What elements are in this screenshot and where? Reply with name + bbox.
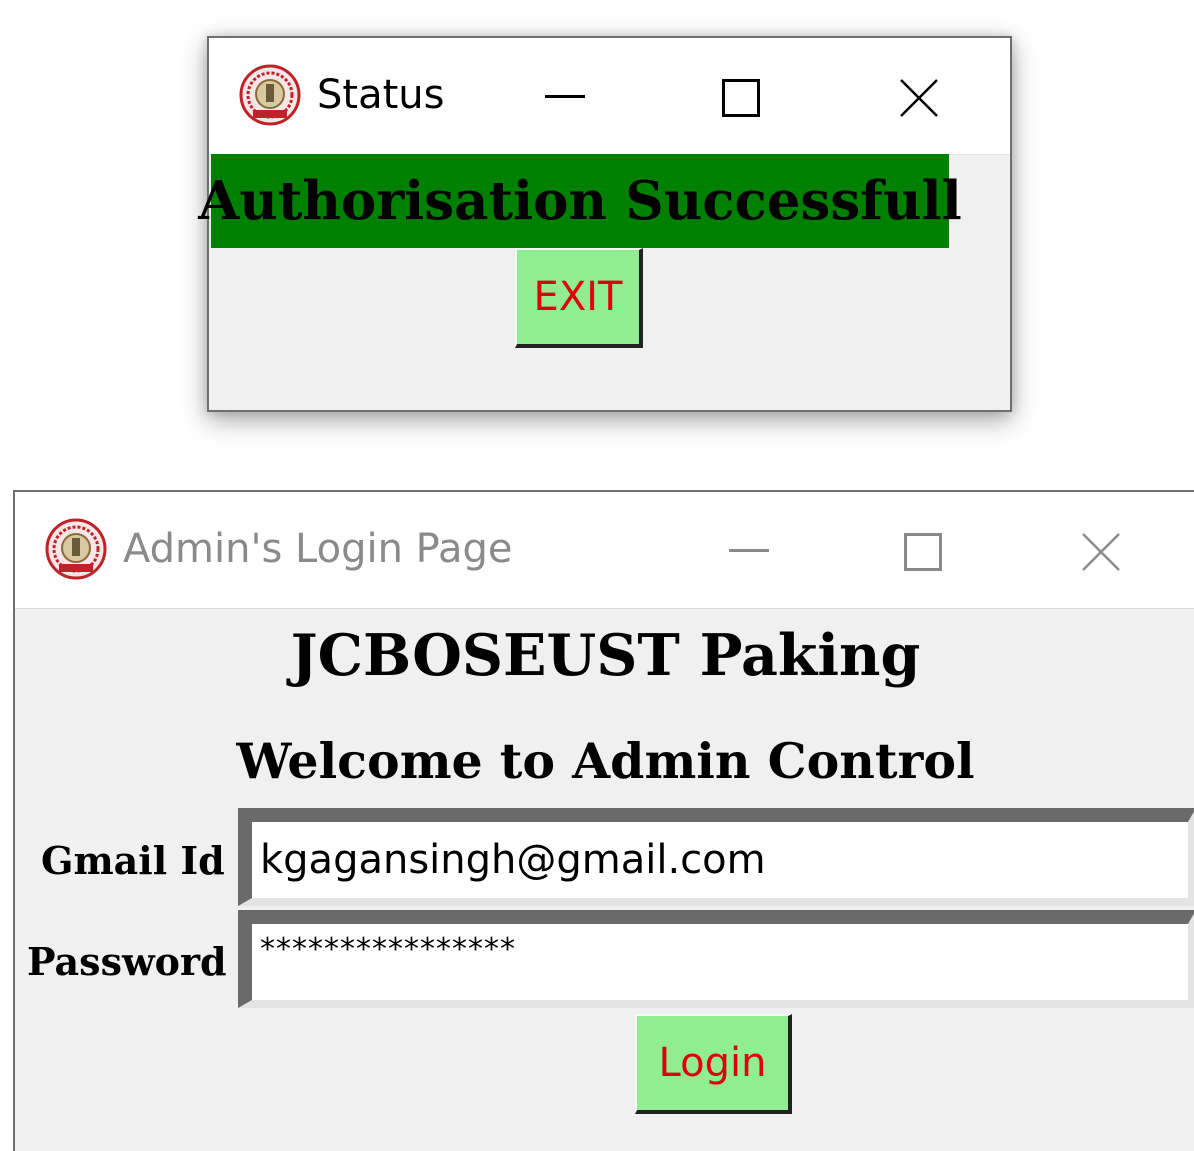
- login-button[interactable]: Login: [635, 1014, 792, 1114]
- welcome-subtitle: Welcome to Admin Control: [236, 732, 975, 790]
- exit-button[interactable]: EXIT: [515, 248, 643, 348]
- app-title: JCBOSEUST Paking: [290, 622, 921, 689]
- status-window: Status Authorisation Successfull EXIT: [198, 36, 1012, 412]
- maximize-icon[interactable]: [722, 79, 760, 117]
- gmail-label: Gmail Id: [41, 838, 225, 883]
- login-title-bar[interactable]: Admin's Login Page: [15, 492, 1194, 609]
- status-title-bar[interactable]: Status: [209, 38, 1010, 155]
- status-message: Authorisation Successfull: [198, 154, 962, 248]
- admin-login-window: Admin's Login Page JCBOSEUST Paking Welc…: [13, 490, 1194, 1151]
- minimize-icon[interactable]: [729, 549, 769, 553]
- close-icon[interactable]: [1082, 533, 1120, 571]
- password-input[interactable]: ****************: [238, 910, 1194, 1008]
- window-title: Status: [317, 72, 445, 118]
- university-emblem-icon: [45, 518, 107, 580]
- maximize-icon[interactable]: [904, 533, 942, 571]
- minimize-icon[interactable]: [545, 95, 585, 99]
- window-title: Admin's Login Page: [123, 526, 513, 572]
- university-emblem-icon: [239, 64, 301, 126]
- close-icon[interactable]: [900, 79, 938, 117]
- password-label: Password: [27, 939, 227, 984]
- gmail-input[interactable]: kgagansingh@gmail.com: [238, 808, 1194, 906]
